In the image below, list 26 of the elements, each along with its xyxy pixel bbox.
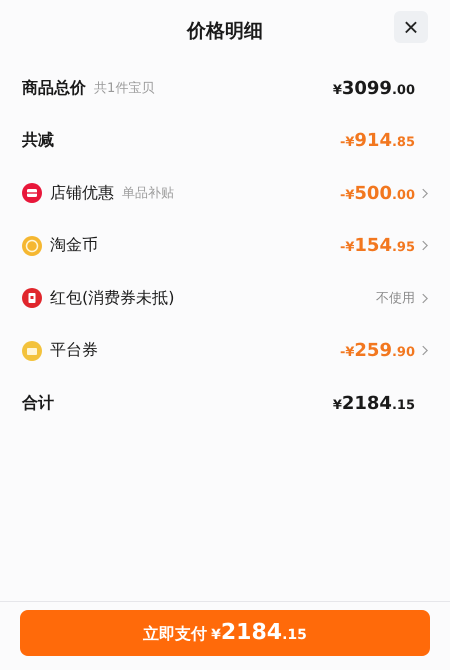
- chevron-icon[interactable]: [421, 292, 428, 304]
- coupon-icon: [22, 340, 42, 361]
- row-label: 共减: [22, 130, 54, 152]
- close-button[interactable]: ×: [394, 11, 428, 43]
- row-note: 共1件宝贝: [94, 80, 154, 98]
- sheet-title: 价格明细: [187, 19, 263, 44]
- chevron-icon[interactable]: [421, 240, 428, 252]
- envelope-icon: [22, 288, 42, 308]
- row-label: 淘金币: [50, 235, 98, 256]
- price-amount: -¥914.85: [340, 130, 415, 152]
- price-amount: ¥2184.15: [332, 392, 415, 414]
- shop-icon: [22, 183, 42, 204]
- price-amount: -¥500.00: [340, 182, 415, 204]
- price-amount: ¥3099.00: [332, 78, 415, 99]
- row-label: 商品总价: [22, 78, 86, 99]
- row-note: 单品补贴: [122, 185, 174, 202]
- coin-icon: [22, 236, 42, 256]
- price-amount: -¥259.90: [340, 340, 415, 362]
- row-label: 平台券: [50, 340, 98, 362]
- row-label: 合计: [22, 392, 54, 414]
- chevron-icon[interactable]: [421, 345, 428, 356]
- price-amount: -¥154.95: [340, 235, 415, 256]
- row-label: 店铺优惠: [50, 182, 114, 204]
- row-label: 红包(消费券未抵): [50, 288, 174, 309]
- status-text: 不使用: [376, 290, 415, 308]
- chevron-icon[interactable]: [421, 188, 428, 199]
